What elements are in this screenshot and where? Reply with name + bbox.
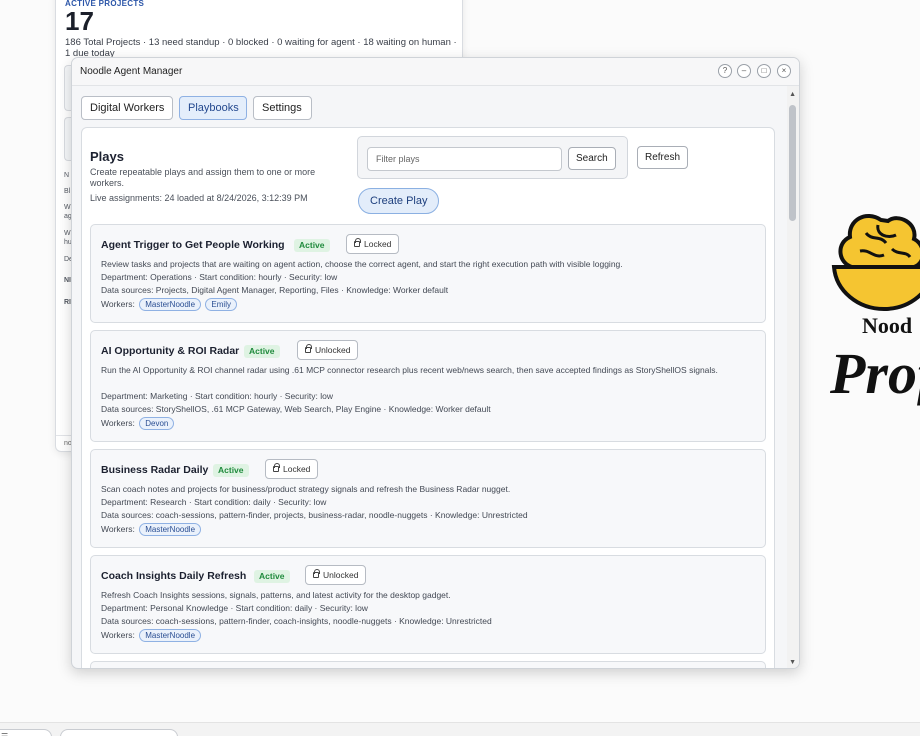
play-title: Business Radar Daily (101, 464, 209, 476)
active-projects-count: 17 (65, 6, 94, 36)
play-meta: Department: Marketing · Start condition:… (101, 391, 333, 401)
play-title: Agent Trigger to Get People Working (101, 239, 285, 251)
play-summary: Scan coach notes and projects for busine… (101, 484, 511, 494)
play-title: AI Opportunity & ROI Radar (101, 345, 240, 357)
lock-toggle-button[interactable]: Unlocked (297, 340, 359, 360)
filter-box: Search (357, 136, 628, 179)
play-card[interactable] (90, 661, 766, 668)
lock-icon (354, 238, 361, 247)
lock-icon (273, 463, 280, 472)
play-workers: Workers: MasterNoodle (101, 523, 202, 536)
tab-digital-workers[interactable]: Digital Workers (81, 96, 173, 120)
status-badge: Active (244, 345, 280, 358)
workers-label: Workers: (101, 524, 135, 534)
background-text: W (64, 204, 71, 211)
lock-toggle-button[interactable]: Unlocked (305, 565, 367, 585)
tab-settings[interactable]: Settings (253, 96, 312, 120)
logo-script-text: Prof (830, 341, 920, 406)
background-text: RI (64, 299, 71, 306)
search-button[interactable]: Search (568, 147, 616, 170)
lock-label: Locked (364, 239, 392, 249)
play-sources: Data sources: Projects, Digital Agent Ma… (101, 285, 449, 295)
scrollbar-thumb[interactable] (789, 105, 796, 221)
play-sources: Data sources: StoryShellOS, .61 MCP Gate… (101, 404, 491, 414)
play-meta: Department: Operations · Start condition… (101, 272, 338, 282)
play-sources: Data sources: coach-sessions, pattern-fi… (101, 616, 492, 626)
maximize-icon[interactable]: □ (757, 64, 771, 78)
background-text: W (64, 230, 71, 237)
plays-title: Plays (90, 149, 124, 164)
background-text: NI (64, 277, 71, 284)
play-summary: Refresh Coach Insights sessions, signals… (101, 590, 451, 600)
play-card[interactable]: AI Opportunity & ROI Radar Active Unlock… (90, 330, 766, 442)
play-workers: Workers: MasterNoodle (101, 629, 202, 642)
taskbar-button[interactable]: ☰ ... (0, 729, 52, 736)
worker-chip[interactable]: MasterNoodle (139, 298, 202, 311)
unlock-icon (305, 344, 312, 353)
play-title: Coach Insights Daily Refresh (101, 570, 247, 582)
play-summary: Review tasks and projects that are waiti… (101, 259, 623, 269)
filter-plays-input[interactable] (367, 147, 562, 171)
unlock-icon (313, 569, 320, 578)
play-card[interactable]: Coach Insights Daily Refresh Active Unlo… (90, 555, 766, 654)
title-bar[interactable]: Noodle Agent Manager ? – □ × (72, 58, 799, 86)
close-icon[interactable]: × (777, 64, 791, 78)
play-card[interactable]: Agent Trigger to Get People Working Acti… (90, 224, 766, 323)
refresh-button[interactable]: Refresh (637, 146, 689, 169)
scroll-up-icon[interactable]: ▲ (789, 91, 796, 98)
logo-text: Nood (862, 313, 913, 338)
play-meta: Department: Personal Knowledge · Start c… (101, 603, 368, 613)
background-text: Bl (64, 188, 71, 195)
help-icon[interactable]: ? (718, 64, 732, 78)
lock-toggle-button[interactable]: Locked (265, 459, 319, 479)
window-title: Noodle Agent Manager (80, 66, 183, 77)
agent-manager-window: Noodle Agent Manager ? – □ × Digital Wor… (71, 57, 800, 669)
play-summary: Run the AI Opportunity & ROI channel rad… (101, 365, 718, 375)
live-assignments: Live assignments: 24 loaded at 8/24/2026… (90, 193, 308, 203)
projects-summary: 186 Total Projects · 13 need standup · 0… (65, 37, 457, 59)
play-sources: Data sources: coach-sessions, pattern-fi… (101, 510, 528, 520)
background-text: N (64, 172, 70, 179)
worker-chip[interactable]: Emily (205, 298, 237, 311)
lock-label: Unlocked (323, 570, 359, 580)
workers-label: Workers: (101, 299, 135, 309)
play-workers: Workers: Devon (101, 417, 175, 430)
minimize-icon[interactable]: – (737, 64, 751, 78)
create-play-button[interactable]: Create Play (358, 188, 440, 214)
tab-playbooks[interactable]: Playbooks (179, 96, 247, 120)
status-badge: Active (294, 239, 330, 252)
taskbar-search[interactable]: ... (60, 729, 178, 736)
play-card[interactable]: Business Radar Daily Active Locked Scan … (90, 449, 766, 548)
status-badge: Active (254, 570, 290, 583)
play-meta: Department: Research · Start condition: … (101, 497, 327, 507)
lock-toggle-button[interactable]: Locked (346, 234, 400, 254)
workers-label: Workers: (101, 630, 135, 640)
worker-chip[interactable]: MasterNoodle (139, 523, 202, 536)
lock-label: Unlocked (315, 345, 351, 355)
worker-chip[interactable]: MasterNoodle (139, 629, 202, 642)
plays-description: Create repeatable plays and assign them … (90, 167, 316, 188)
status-badge: Active (213, 464, 249, 477)
noodle-logo: Nood Prof (826, 205, 920, 435)
play-workers: Workers: MasterNoodle Emily (101, 298, 237, 311)
plays-panel: Plays Create repeatable plays and assign… (81, 127, 775, 668)
workers-label: Workers: (101, 418, 135, 428)
worker-chip[interactable]: Devon (139, 417, 175, 430)
taskbar: ☰ ... ... (0, 722, 920, 736)
scroll-down-icon[interactable]: ▼ (789, 659, 796, 666)
lock-label: Locked (283, 464, 311, 474)
